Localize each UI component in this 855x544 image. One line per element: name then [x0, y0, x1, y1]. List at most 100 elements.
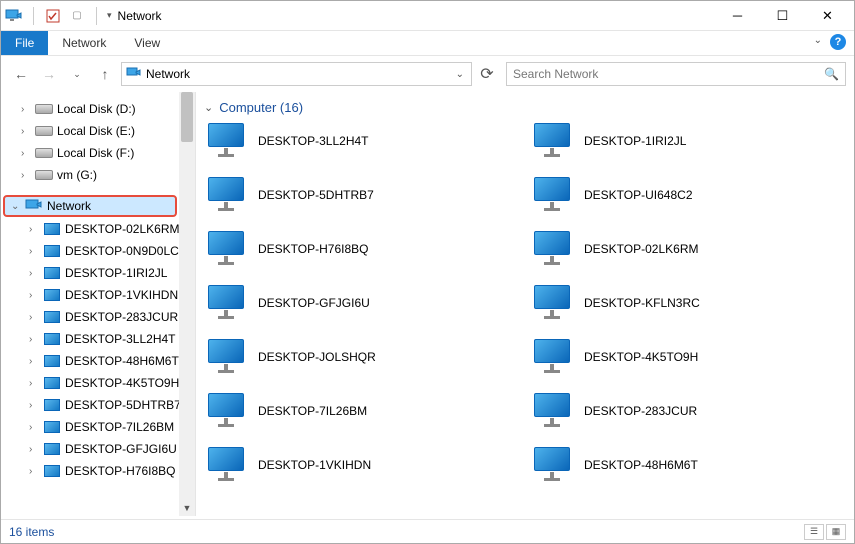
network-icon: [126, 67, 142, 82]
tree-computer-item[interactable]: › DESKTOP-4K5TO9H: [1, 372, 195, 394]
network-tab[interactable]: Network: [48, 31, 120, 55]
properties-qat-icon[interactable]: [44, 7, 62, 25]
address-bar[interactable]: Network ⌄: [121, 62, 472, 86]
tree-item-label: DESKTOP-4K5TO9H: [65, 376, 179, 390]
computer-item[interactable]: DESKTOP-02LK6RM: [530, 231, 846, 267]
computer-item[interactable]: DESKTOP-5DHTRB7: [204, 177, 520, 213]
view-tab[interactable]: View: [120, 31, 174, 55]
tree-item-label: DESKTOP-5DHTRB7: [65, 398, 181, 412]
address-dropdown-icon[interactable]: ⌄: [453, 69, 467, 80]
tree-computer-item[interactable]: ›DESKTOP-7IL26BM: [1, 416, 195, 438]
app-icon: [5, 7, 23, 25]
tree-computer-item[interactable]: ›DESKTOP-0N9D0LC: [1, 240, 195, 262]
chevron-down-icon[interactable]: ⌄: [204, 101, 213, 114]
tree-scrollbar[interactable]: ▲ ▼: [179, 92, 195, 516]
tree-computer-item[interactable]: ›DESKTOP-1IRI2JL: [1, 262, 195, 284]
details-view-button[interactable]: ☰: [804, 524, 824, 540]
computer-item[interactable]: DESKTOP-1IRI2JL: [530, 123, 846, 159]
computer-icon: [530, 123, 574, 159]
computer-item[interactable]: DESKTOP-H76I8BQ: [204, 231, 520, 267]
scroll-down-icon[interactable]: ▼: [179, 500, 195, 516]
navigation-tree[interactable]: ›Local Disk (D:)›Local Disk (E:)›Local D…: [1, 92, 196, 516]
tree-computer-item[interactable]: ›DESKTOP-3LL2H4T: [1, 328, 195, 350]
tree-computer-item[interactable]: ›DESKTOP-48H6M6T: [1, 350, 195, 372]
tree-network-root[interactable]: ⌄ Network: [3, 195, 177, 217]
computer-icon: [43, 288, 61, 302]
status-bar: 16 items ☰ ▦: [1, 519, 854, 543]
computer-icon: [43, 266, 61, 280]
chevron-right-icon[interactable]: ›: [29, 400, 39, 411]
computer-label: DESKTOP-JOLSHQR: [258, 350, 376, 364]
computer-icon: [43, 222, 61, 236]
computer-item[interactable]: DESKTOP-3LL2H4T: [204, 123, 520, 159]
refresh-button[interactable]: ⟳: [476, 64, 498, 84]
chevron-right-icon[interactable]: ›: [29, 268, 39, 279]
qat-dropdown-icon[interactable]: ▾: [107, 10, 112, 21]
close-button[interactable]: ✕: [805, 2, 850, 30]
computer-icon: [530, 339, 574, 375]
tree-computer-item[interactable]: ›DESKTOP-H76I8BQ: [1, 460, 195, 482]
computer-icon: [530, 447, 574, 483]
chevron-right-icon[interactable]: ›: [21, 104, 31, 115]
computer-item[interactable]: DESKTOP-UI648C2: [530, 177, 846, 213]
titlebar: ▢ ▾ Network ─ ☐ ✕: [1, 1, 854, 31]
back-button[interactable]: ←: [9, 62, 33, 86]
file-tab[interactable]: File: [1, 31, 48, 55]
tree-computer-item[interactable]: › DESKTOP-GFJGI6U: [1, 438, 195, 460]
chevron-right-icon[interactable]: ›: [21, 126, 31, 137]
computer-icon: [204, 339, 248, 375]
tree-computer-item[interactable]: › DESKTOP-02LK6RM: [1, 218, 195, 240]
chevron-right-icon[interactable]: ›: [29, 246, 39, 257]
chevron-right-icon[interactable]: ›: [29, 466, 39, 477]
tree-item-label: Network: [47, 199, 91, 213]
scroll-thumb[interactable]: [181, 92, 193, 142]
up-button[interactable]: ↑: [93, 62, 117, 86]
computer-item[interactable]: DESKTOP-KFLN3RC: [530, 285, 846, 321]
help-icon[interactable]: ?: [830, 34, 846, 50]
tree-item-label: vm (G:): [57, 168, 97, 182]
computer-item[interactable]: DESKTOP-283JCUR: [530, 393, 846, 429]
chevron-right-icon[interactable]: ›: [29, 224, 39, 235]
chevron-right-icon[interactable]: ›: [29, 378, 39, 389]
maximize-button[interactable]: ☐: [760, 2, 805, 30]
navigation-bar: ← → ⌄ ↑ Network ⌄ ⟳ Search Network 🔍: [1, 56, 854, 92]
computer-item[interactable]: DESKTOP-1VKIHDN: [204, 447, 520, 483]
tree-drive-item[interactable]: ›Local Disk (E:): [1, 120, 195, 142]
chevron-right-icon[interactable]: ›: [29, 444, 39, 455]
group-label: Computer (16): [219, 100, 303, 115]
chevron-right-icon[interactable]: ›: [29, 356, 39, 367]
computer-item[interactable]: DESKTOP-JOLSHQR: [204, 339, 520, 375]
computer-item[interactable]: DESKTOP-7IL26BM: [204, 393, 520, 429]
group-header[interactable]: ⌄ Computer (16): [204, 100, 846, 115]
chevron-right-icon[interactable]: ›: [21, 170, 31, 181]
tree-computer-item[interactable]: › DESKTOP-5DHTRB7: [1, 394, 195, 416]
chevron-right-icon[interactable]: ›: [29, 422, 39, 433]
tree-drive-item[interactable]: › vm (G:): [1, 164, 195, 186]
chevron-down-icon[interactable]: ⌄: [11, 201, 21, 212]
tree-computer-item[interactable]: ›DESKTOP-1VKIHDN: [1, 284, 195, 306]
minimize-button[interactable]: ─: [715, 2, 760, 30]
computer-label: DESKTOP-GFJGI6U: [258, 296, 370, 310]
icons-view-button[interactable]: ▦: [826, 524, 846, 540]
computer-icon: [43, 420, 61, 434]
tree-item-label: DESKTOP-02LK6RM: [65, 222, 180, 236]
ribbon-collapse-icon[interactable]: ⌄: [814, 35, 822, 46]
search-input[interactable]: Search Network 🔍: [506, 62, 846, 86]
forward-button[interactable]: →: [37, 62, 61, 86]
computer-item[interactable]: DESKTOP-GFJGI6U: [204, 285, 520, 321]
chevron-right-icon[interactable]: ›: [21, 148, 31, 159]
tree-item-label: DESKTOP-GFJGI6U: [65, 442, 177, 456]
recent-dropdown-icon[interactable]: ⌄: [65, 62, 89, 86]
computer-item[interactable]: DESKTOP-48H6M6T: [530, 447, 846, 483]
breadcrumb[interactable]: Network: [146, 67, 190, 81]
chevron-right-icon[interactable]: ›: [29, 290, 39, 301]
tree-computer-item[interactable]: ›DESKTOP-283JCUR: [1, 306, 195, 328]
tree-drive-item[interactable]: ›Local Disk (F:): [1, 142, 195, 164]
computer-label: DESKTOP-1IRI2JL: [584, 134, 686, 148]
tree-drive-item[interactable]: ›Local Disk (D:): [1, 98, 195, 120]
computer-item[interactable]: DESKTOP-4K5TO9H: [530, 339, 846, 375]
folder-qat-icon[interactable]: ▢: [68, 7, 86, 25]
chevron-right-icon[interactable]: ›: [29, 334, 39, 345]
chevron-right-icon[interactable]: ›: [29, 312, 39, 323]
computer-icon: [204, 177, 248, 213]
